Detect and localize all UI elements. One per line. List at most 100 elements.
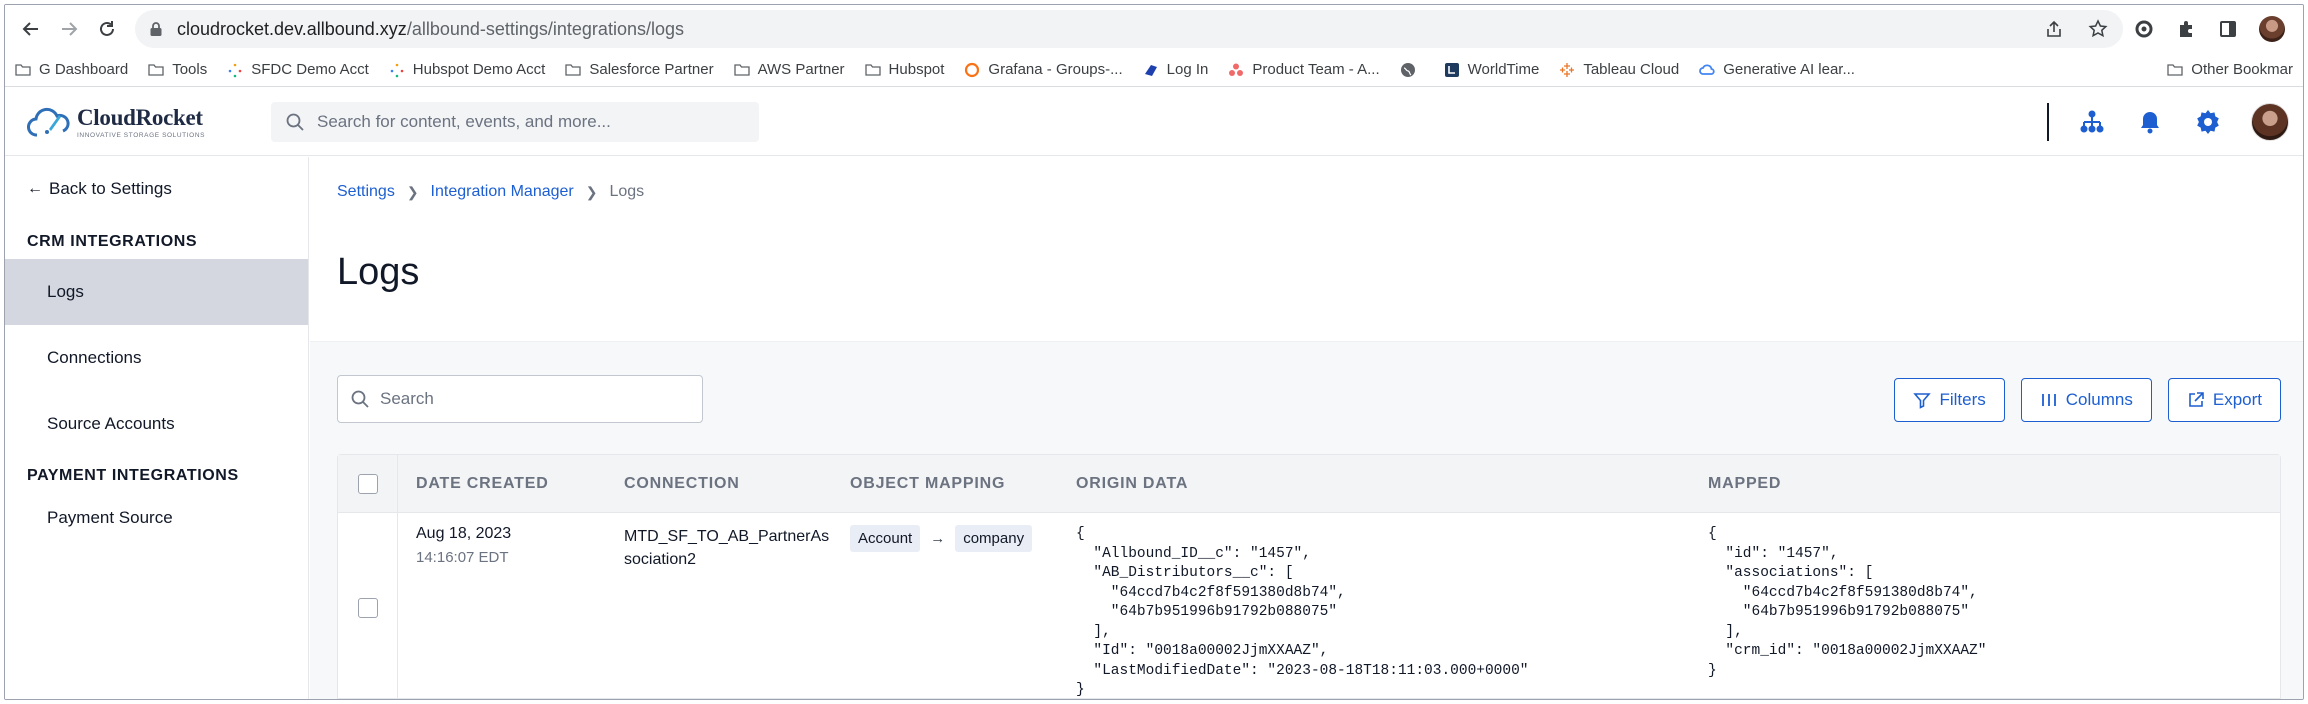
sidepanel-icon[interactable] (2217, 18, 2239, 40)
sparkle-icon (227, 62, 243, 78)
main-content: Settings ❯ Integration Manager ❯ Logs Lo… (310, 157, 2303, 699)
bookmark-item[interactable]: Grafana - Groups-... (964, 61, 1123, 78)
connection-cell: MTD_SF_TO_AB_PartnerAssociation2 (624, 513, 850, 571)
breadcrumb-logs: Logs (609, 183, 645, 200)
table-header: DATE CREATED CONNECTION OBJECT MAPPING O… (338, 455, 2280, 513)
column-header-connection[interactable]: CONNECTION (624, 475, 850, 493)
logs-search-placeholder: Search (380, 389, 434, 408)
login-icon (1143, 62, 1159, 78)
forward-arrow-icon[interactable] (53, 13, 85, 45)
bookmark-label: Generative AI lear... (1723, 61, 1855, 78)
extension-gear-icon[interactable] (2133, 18, 2155, 40)
bookmark-item[interactable]: Log In (1143, 61, 1208, 78)
bookmarks-bar: G Dashboard Tools SFDC Demo Acct Hubspot De… (5, 53, 2303, 87)
bookmark-label: Tools (172, 61, 208, 78)
folder-icon (733, 62, 750, 78)
origin-data-cell: { "Allbound_ID__c": "1457", "AB_Distribu… (1076, 513, 1708, 699)
bookmark-item[interactable]: Tableau Cloud (1559, 61, 1679, 78)
bookmark-item[interactable]: G Dashboard (15, 61, 128, 78)
date-created-cell: Aug 18, 2023 14:16:07 EDT (398, 513, 624, 566)
bookmark-item[interactable]: Hubspot (864, 61, 945, 78)
bookmark-label: Salesforce Partner (589, 61, 714, 78)
export-label: Export (2212, 390, 2262, 409)
payment-integrations-heading: PAYMENT INTEGRATIONS (27, 467, 239, 484)
date-value: Aug 18, 2023 (416, 525, 512, 542)
gear-icon[interactable] (2193, 107, 2223, 137)
column-header-mapped[interactable]: MAPPED (1708, 475, 2280, 493)
bookmark-item[interactable]: Salesforce Partner (565, 61, 714, 78)
address-bar[interactable]: cloudrocket.dev.allbound.xyz/allbound-se… (135, 10, 2123, 48)
asana-icon (1228, 62, 1244, 78)
url-path: /allbound-settings/integrations/logs (406, 18, 684, 39)
logs-search-input[interactable]: Search (337, 375, 703, 423)
sidebar-item-payment-source[interactable]: Payment Source (5, 489, 308, 547)
mapped-cell: { "id": "1457", "associations": [ "64ccd… (1708, 513, 2280, 681)
browser-toolbar: cloudrocket.dev.allbound.xyz/allbound-se… (5, 5, 2303, 53)
page-title: Logs (337, 251, 420, 293)
sparkle-icon (389, 62, 405, 78)
export-icon (2187, 391, 2205, 409)
sidebar-item-logs[interactable]: Logs (5, 259, 308, 325)
star-icon[interactable] (2087, 18, 2109, 40)
sidebar-item-source-accounts[interactable]: Source Accounts (5, 391, 308, 457)
org-chart-icon[interactable] (2077, 107, 2107, 137)
table-row[interactable]: Aug 18, 2023 14:16:07 EDT MTD_SF_TO_AB_P… (338, 513, 2280, 699)
sidebar-item-label: Connections (47, 348, 142, 367)
left-arrow-icon: ← (27, 180, 43, 197)
google-cloud-icon (1699, 62, 1715, 78)
column-header-origin-data[interactable]: ORIGIN DATA (1076, 475, 1708, 493)
back-arrow-icon[interactable] (15, 13, 47, 45)
browser-profile-avatar[interactable] (2259, 16, 2285, 42)
table-toolbar: Filters Columns Export (1894, 378, 2281, 422)
bookmark-item[interactable] (1400, 62, 1424, 78)
mapping-target-tag: company (955, 525, 1033, 552)
back-to-settings-link[interactable]: ← Back to Settings (5, 167, 308, 211)
columns-button[interactable]: Columns (2020, 378, 2152, 422)
bookmark-label: Hubspot (888, 61, 945, 78)
export-button[interactable]: Export (2167, 378, 2281, 422)
breadcrumb-integration-manager[interactable]: Integration Manager (431, 183, 574, 201)
bookmark-item[interactable]: AWS Partner (733, 61, 845, 78)
logs-content-area: Search Filters Columns Export DATE CREAT… (310, 341, 2303, 699)
bookmark-item[interactable]: Hubspot Demo Acct (389, 61, 546, 78)
bookmark-label: Tableau Cloud (1583, 61, 1680, 78)
filters-label: Filters (1939, 390, 1986, 409)
bookmark-item[interactable]: WorldTime (1444, 61, 1539, 78)
bookmark-label: Hubspot Demo Acct (412, 61, 546, 78)
global-search-placeholder: Search for content, events, and more... (317, 111, 611, 131)
right-arrow-icon: → (930, 530, 946, 547)
folder-icon (148, 62, 164, 78)
breadcrumb-settings[interactable]: Settings (337, 183, 395, 201)
filters-button[interactable]: Filters (1894, 378, 2005, 422)
bookmark-item[interactable]: Product Team - A... (1228, 61, 1380, 78)
user-avatar[interactable] (2251, 102, 2289, 141)
share-icon[interactable] (2043, 18, 2065, 40)
column-header-date-created[interactable]: DATE CREATED (398, 475, 624, 493)
reload-icon[interactable] (91, 13, 123, 45)
bookmark-item[interactable]: Tools (148, 61, 207, 78)
app-header: CloudRocket INNOVATIVE STORAGE SOLUTIONS… (5, 88, 2303, 156)
bell-icon[interactable] (2135, 107, 2165, 137)
bookmark-label: Grafana - Groups-... (988, 61, 1123, 78)
back-to-settings-label: Back to Settings (49, 179, 172, 198)
sidebar-item-connections[interactable]: Connections (5, 325, 308, 391)
folder-icon (15, 62, 31, 78)
other-bookmarks[interactable]: Other Bookmar (2167, 61, 2293, 78)
puzzle-icon[interactable] (2175, 18, 2197, 40)
url-text: cloudrocket.dev.allbound.xyz/allbound-se… (177, 19, 684, 40)
column-header-object-mapping[interactable]: OBJECT MAPPING (850, 475, 1076, 493)
bookmark-item[interactable]: Generative AI lear... (1699, 61, 1855, 78)
settings-sidebar: ← Back to Settings CRM INTEGRATIONS Logs… (5, 157, 309, 699)
cloudrocket-logo[interactable]: CloudRocket INNOVATIVE STORAGE SOLUTIONS (5, 105, 271, 139)
sidebar-item-label: Source Accounts (47, 414, 175, 433)
folder-icon (565, 62, 581, 78)
mapping-source-tag: Account (850, 525, 921, 552)
row-checkbox[interactable] (357, 598, 378, 618)
bookmark-label: SFDC Demo Acct (251, 61, 369, 78)
time-value: 14:16:07 EDT (416, 549, 509, 566)
bookmark-item[interactable]: SFDC Demo Acct (227, 61, 369, 78)
brand-tagline: INNOVATIVE STORAGE SOLUTIONS (77, 131, 206, 139)
filter-icon (1913, 391, 1932, 409)
global-search-input[interactable]: Search for content, events, and more... (271, 101, 759, 142)
select-all-checkbox[interactable] (357, 473, 378, 494)
